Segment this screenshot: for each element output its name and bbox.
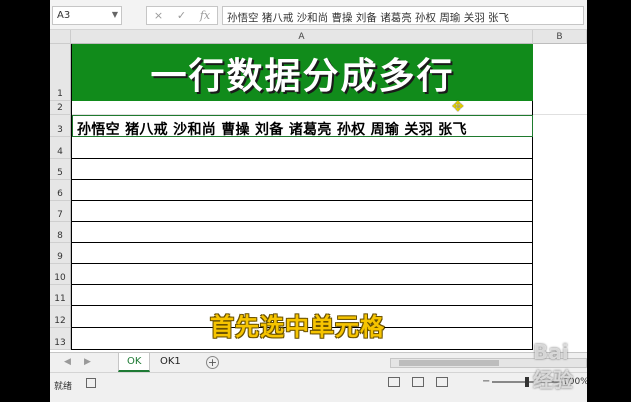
row-header-4[interactable]: 4: [50, 137, 71, 159]
column-header-b[interactable]: B: [533, 30, 587, 44]
page-layout-icon[interactable]: [412, 377, 424, 387]
row-header-11[interactable]: 11: [50, 285, 71, 306]
gridline: [72, 179, 533, 180]
row-header-9[interactable]: 9: [50, 243, 71, 264]
name-box-value: A3: [57, 10, 71, 21]
fx-icon[interactable]: fx: [200, 9, 210, 22]
gridline: [72, 158, 533, 159]
row-header-1[interactable]: 1: [50, 44, 71, 101]
row-header-3[interactable]: 3: [50, 115, 71, 137]
row-header-8[interactable]: 8: [50, 222, 71, 243]
formula-input[interactable]: 孙悟空 猪八戒 沙和尚 曹操 刘备 诸葛亮 孙权 周瑜 关羽 张飞: [222, 6, 584, 25]
baidu-watermark: Bai 经验: [533, 340, 573, 392]
gridline: [72, 284, 533, 285]
status-ready: 就绪: [54, 382, 73, 392]
row-header-6[interactable]: 6: [50, 180, 71, 201]
confirm-icon[interactable]: ✓: [177, 9, 186, 22]
row-header-12[interactable]: 12: [50, 306, 71, 328]
move-cursor-icon: ✥: [452, 99, 464, 115]
chevron-down-icon[interactable]: ▼: [112, 10, 118, 19]
zoom-slider-thumb[interactable]: [525, 377, 529, 387]
status-bar: 就绪 − 100%: [50, 372, 587, 402]
row-header-5[interactable]: 5: [50, 159, 71, 180]
sheet-tabs-bar: ◀ ▶ OK OK1 +: [50, 352, 587, 372]
gridline: [72, 242, 533, 243]
zoom-out-icon[interactable]: −: [482, 376, 490, 387]
macro-record-icon[interactable]: [86, 378, 96, 388]
formula-actions: × ✓ fx: [146, 6, 218, 25]
page-break-icon[interactable]: [436, 377, 448, 387]
normal-view-icon[interactable]: [388, 377, 400, 387]
name-box[interactable]: A3 ▼: [52, 6, 122, 25]
select-all-corner[interactable]: [50, 30, 71, 44]
gridline: [72, 349, 533, 350]
gridline: [72, 200, 533, 201]
row-header-13[interactable]: 13: [50, 328, 71, 350]
cell-a3-selected[interactable]: 孙悟空 猪八戒 沙和尚 曹操 刘备 诸葛亮 孙权 周瑜 关羽 张飞: [72, 115, 533, 138]
formula-bar: A3 ▼ × ✓ fx 孙悟空 猪八戒 沙和尚 曹操 刘备 诸葛亮 孙权 周瑜 …: [50, 0, 587, 30]
add-sheet-icon[interactable]: +: [206, 356, 219, 369]
row-header-10[interactable]: 10: [50, 264, 71, 285]
chevron-right-icon[interactable]: ▶: [84, 357, 91, 367]
tab-ok[interactable]: OK: [118, 353, 151, 372]
column-header-a[interactable]: A: [71, 30, 533, 44]
cancel-icon[interactable]: ×: [154, 9, 163, 22]
row-header-2[interactable]: 2: [50, 101, 71, 115]
gridline: [72, 263, 533, 264]
title-text: 一行数据分成多行: [150, 55, 455, 97]
row-header-7[interactable]: 7: [50, 201, 71, 222]
spreadsheet-window: A3 ▼ × ✓ fx 孙悟空 猪八戒 沙和尚 曹操 刘备 诸葛亮 孙权 周瑜 …: [50, 0, 587, 402]
instruction-caption: 首先选中单元格: [210, 313, 385, 341]
gridline: [72, 305, 533, 306]
gridline: [72, 221, 533, 222]
tab-ok1[interactable]: OK1: [152, 353, 189, 372]
chevron-left-icon[interactable]: ◀: [64, 357, 71, 367]
scrollbar-thumb[interactable]: [399, 360, 499, 366]
cell-a1-title[interactable]: 一行数据分成多行: [72, 44, 533, 101]
